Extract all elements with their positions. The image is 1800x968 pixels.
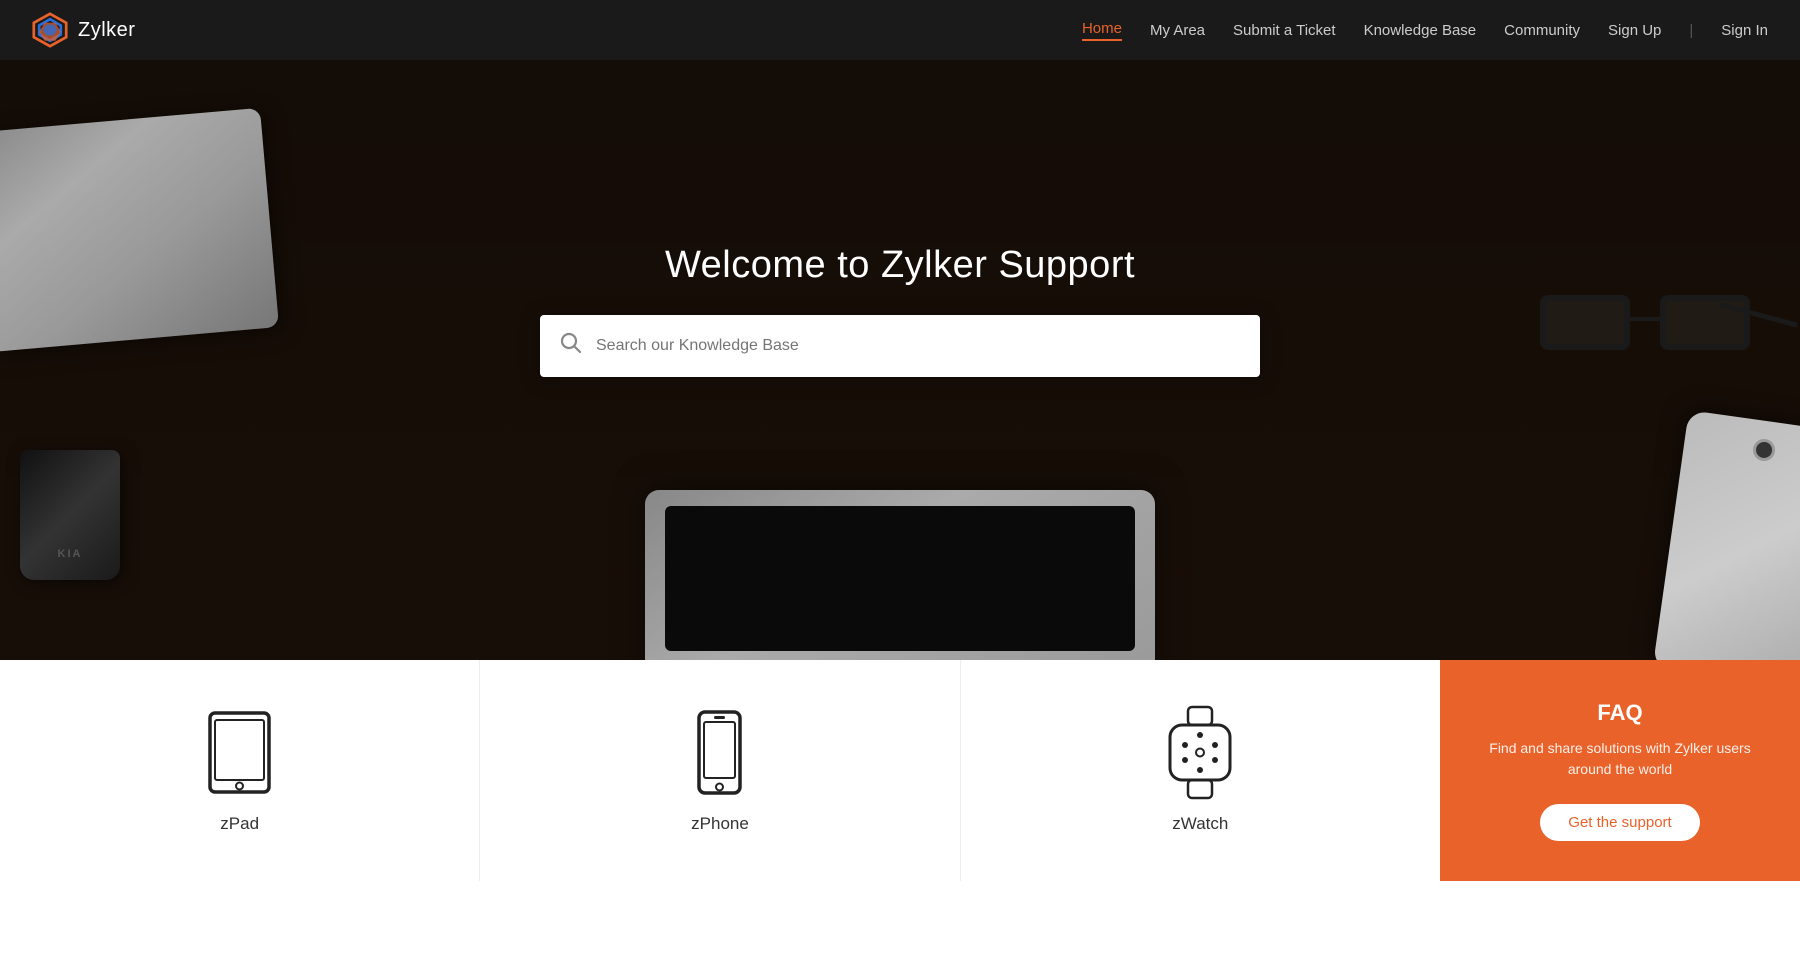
nav-signup[interactable]: Sign Up	[1608, 22, 1661, 39]
nav-my-area[interactable]: My Area	[1150, 22, 1205, 39]
hero-title: Welcome to Zylker Support	[665, 244, 1135, 287]
hero-section: Welcome to Zylker Support	[0, 60, 1800, 660]
nav-community[interactable]: Community	[1504, 22, 1580, 39]
nav-knowledge-base[interactable]: Knowledge Base	[1364, 22, 1477, 39]
product-card-zphone[interactable]: zPhone	[480, 660, 960, 881]
zwatch-label: zWatch	[1172, 814, 1228, 834]
zwatch-icon	[1160, 708, 1240, 798]
zphone-label: zPhone	[691, 814, 749, 834]
search-icon	[560, 332, 582, 360]
faq-button[interactable]: Get the support	[1540, 804, 1699, 841]
nav-signin[interactable]: Sign In	[1721, 22, 1768, 39]
nav-divider: |	[1689, 22, 1693, 39]
faq-title: FAQ	[1597, 700, 1642, 726]
glasses-decoration	[1500, 280, 1800, 400]
product-cards: zPad zPhone	[0, 660, 1440, 881]
product-card-zwatch[interactable]: zWatch	[961, 660, 1440, 881]
faq-panel: FAQ Find and share solutions with Zylker…	[1440, 660, 1800, 881]
zphone-icon	[680, 708, 760, 798]
brand-name: Zylker	[78, 19, 135, 42]
nav-home[interactable]: Home	[1082, 20, 1122, 41]
zpad-icon	[200, 708, 280, 798]
faq-description: Find and share solutions with Zylker use…	[1470, 738, 1770, 780]
hero-content: Welcome to Zylker Support	[540, 244, 1260, 377]
zpad-label: zPad	[220, 814, 259, 834]
brand-logo[interactable]: Zylker	[32, 12, 135, 48]
zylker-logo-icon	[32, 12, 68, 48]
search-bar[interactable]	[540, 315, 1260, 377]
cup-decoration	[20, 450, 120, 580]
laptop-decoration	[0, 108, 279, 352]
navbar: Zylker Home My Area Submit a Ticket Know…	[0, 0, 1800, 60]
nav-links: Home My Area Submit a Ticket Knowledge B…	[1082, 20, 1768, 41]
bottom-section: zPad zPhone	[0, 660, 1800, 881]
product-card-zpad[interactable]: zPad	[0, 660, 480, 881]
search-input[interactable]	[596, 337, 1240, 355]
tablet-decoration	[645, 490, 1155, 660]
nav-submit-ticket[interactable]: Submit a Ticket	[1233, 22, 1336, 39]
